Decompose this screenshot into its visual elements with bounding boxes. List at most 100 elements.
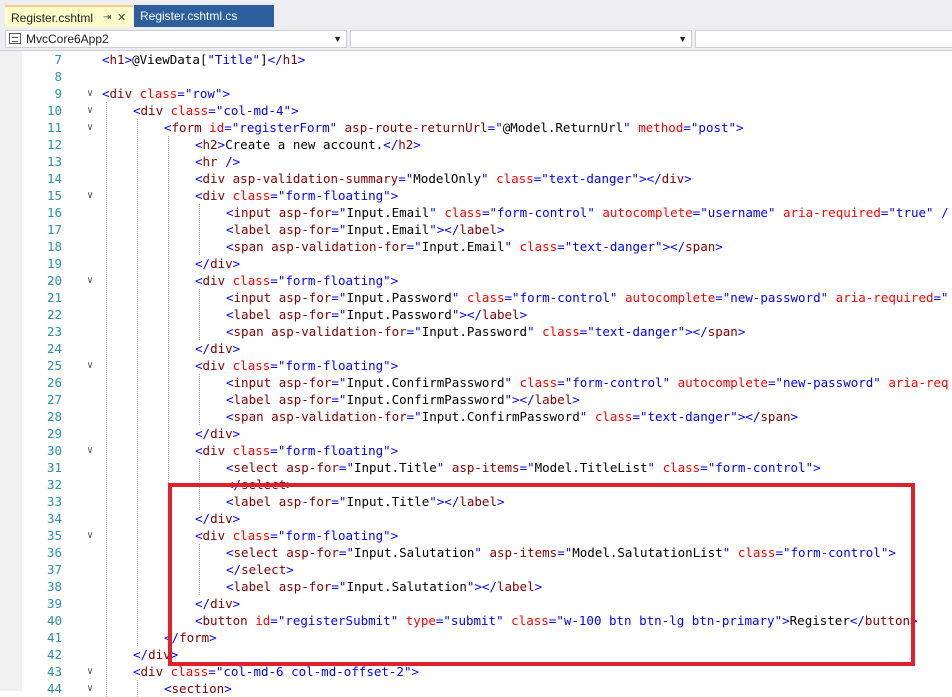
code-token: div bbox=[661, 171, 685, 186]
code-line[interactable]: 18 <span asp-validation-for="Input.Email"… bbox=[0, 238, 952, 255]
code-token: aria-required bbox=[783, 205, 881, 220]
code-line[interactable]: 9 ∨ <div class="row"> bbox=[0, 85, 952, 102]
code-token: autocomplete bbox=[624, 290, 716, 305]
collapse-icon[interactable]: ∨ bbox=[87, 102, 93, 119]
code-line[interactable]: 20 ∨ <div class="form-floating"> bbox=[0, 272, 952, 289]
code-token: < bbox=[226, 324, 234, 339]
collapse-icon[interactable]: ∨ bbox=[87, 85, 93, 102]
code-line[interactable]: 16 <input asp-for="Input.Email" class="fo… bbox=[0, 204, 952, 221]
code-line[interactable]: 17 <label asp-for="Input.Email"></label> bbox=[0, 221, 952, 238]
code-token: label bbox=[233, 307, 272, 322]
code-token: < bbox=[226, 307, 234, 322]
code-token: < bbox=[226, 222, 234, 237]
line-number: 24 bbox=[46, 341, 62, 356]
code-token: > bbox=[232, 426, 241, 441]
type-dropdown[interactable]: ▼ bbox=[350, 30, 692, 48]
code-token: div bbox=[210, 341, 233, 356]
member-dropdown[interactable] bbox=[695, 30, 952, 48]
code-line[interactable]: 10 ∨ <div class="col-md-4"> bbox=[0, 102, 952, 119]
line-number: 21 bbox=[46, 290, 62, 305]
collapse-icon[interactable]: ∨ bbox=[87, 119, 93, 136]
code-line[interactable]: 14 <div asp-validation-summary="ModelOnly… bbox=[0, 170, 952, 187]
code-text: <h2>Create a new account.</h2> bbox=[195, 136, 421, 153]
code-line[interactable]: 27 <label asp-for="Input.ConfirmPassword"… bbox=[0, 391, 952, 408]
code-token: = bbox=[177, 86, 185, 101]
code-line[interactable]: 25 ∨ <div class="form-floating"> bbox=[0, 357, 952, 374]
code-token: "text-danger" bbox=[587, 324, 686, 339]
code-token: = bbox=[270, 273, 278, 288]
code-token: asp-for bbox=[278, 222, 332, 237]
code-line[interactable]: 44 ∨ <section> bbox=[0, 680, 952, 697]
line-number: 18 bbox=[46, 239, 62, 254]
code-token: label bbox=[459, 222, 497, 237]
code-token: < bbox=[226, 290, 234, 305]
line-number: 8 bbox=[54, 69, 62, 84]
collapse-icon[interactable]: ∨ bbox=[87, 663, 93, 680]
collapse-icon[interactable]: ∨ bbox=[87, 187, 93, 204]
close-icon[interactable]: ✕ bbox=[117, 7, 126, 29]
code-line[interactable]: 13 <hr /> bbox=[0, 153, 952, 170]
code-line[interactable]: 11 ∨ <form id="registerForm" asp-route-ret… bbox=[0, 119, 952, 136]
code-text: <select asp-for="Input.Title" asp-items=… bbox=[226, 459, 821, 476]
pin-icon[interactable]: ⇥ bbox=[103, 7, 111, 29]
code-token: Input.Email bbox=[346, 222, 430, 237]
collapse-icon[interactable]: ∨ bbox=[87, 272, 93, 289]
code-token: Input.Email bbox=[421, 239, 505, 254]
code-token: < bbox=[226, 239, 234, 254]
collapse-icon[interactable]: ∨ bbox=[87, 442, 93, 459]
code-token: " bbox=[481, 171, 489, 186]
project-name: MvcCore6App2 bbox=[26, 32, 109, 46]
code-token: "form-floating" bbox=[277, 358, 391, 373]
code-token: h2 bbox=[398, 137, 414, 152]
code-line[interactable]: 19 </div> bbox=[0, 255, 952, 272]
code-token: ></ bbox=[459, 307, 482, 322]
code-line[interactable]: 8 bbox=[0, 68, 952, 85]
code-line[interactable]: 23 <span asp-validation-for="Input.Passwo… bbox=[0, 323, 952, 340]
code-token: class bbox=[232, 443, 271, 458]
code-line[interactable]: 22 <label asp-for="Input.Password"></labe… bbox=[0, 306, 952, 323]
collapse-icon[interactable]: ∨ bbox=[87, 357, 93, 374]
line-number: 39 bbox=[46, 596, 62, 611]
code-line[interactable]: 31 <select asp-for="Input.Title" asp-item… bbox=[0, 459, 952, 476]
code-line[interactable]: 29 </div> bbox=[0, 425, 952, 442]
code-token: > bbox=[124, 52, 133, 67]
code-editor[interactable]: 7 <h1>@ViewData["Title"]</h1> 8 9 ∨ <div clas… bbox=[0, 51, 952, 697]
code-line[interactable]: 30 ∨ <div class="form-floating"> bbox=[0, 442, 952, 459]
code-token: Input.ConfirmPassword bbox=[346, 375, 505, 390]
line-number: 19 bbox=[46, 256, 62, 271]
tab-label: Register.cshtml bbox=[11, 11, 94, 25]
code-token: @ViewData[ bbox=[132, 52, 208, 67]
code-text: <label asp-for="Input.ConfirmPassword"><… bbox=[226, 391, 580, 408]
code-line[interactable]: 12 <h2>Create a new account.</h2> bbox=[0, 136, 952, 153]
code-line[interactable]: 21 <input asp-for="Input.Password" class=… bbox=[0, 289, 952, 306]
code-line[interactable]: 15 ∨ <div class="form-floating"> bbox=[0, 187, 952, 204]
line-number: 13 bbox=[46, 154, 62, 169]
line-number: 35 bbox=[46, 528, 62, 543]
code-line[interactable]: 24 </div> bbox=[0, 340, 952, 357]
code-token: "form-floating" bbox=[277, 188, 391, 203]
code-token: < bbox=[226, 409, 234, 424]
code-token: > bbox=[291, 103, 299, 118]
code-token: = bbox=[933, 290, 942, 305]
project-dropdown[interactable]: MvcCore6App2 ▼ bbox=[5, 30, 347, 48]
collapse-icon[interactable]: ∨ bbox=[87, 527, 93, 544]
code-token: class bbox=[232, 188, 271, 203]
code-token: span bbox=[760, 409, 791, 424]
code-line[interactable]: 26 <input asp-for="Input.ConfirmPassword"… bbox=[0, 374, 952, 391]
code-token: "Title" bbox=[207, 52, 261, 67]
code-line[interactable]: 28 <span asp-validation-for="Input.Confir… bbox=[0, 408, 952, 425]
tab-register-cshtml[interactable]: Register.cshtml ⇥ ✕ bbox=[5, 5, 133, 27]
collapse-icon[interactable]: ∨ bbox=[87, 680, 93, 697]
code-token: Input.Password bbox=[346, 307, 452, 322]
line-number: 12 bbox=[46, 137, 62, 152]
tab-register-cshtml-cs[interactable]: Register.cshtml.cs bbox=[134, 5, 274, 27]
project-icon bbox=[9, 33, 21, 44]
code-token: "username" bbox=[700, 205, 776, 220]
code-line[interactable]: 7 <h1>@ViewData["Title"]</h1> bbox=[0, 51, 952, 68]
code-token: < bbox=[102, 86, 110, 101]
